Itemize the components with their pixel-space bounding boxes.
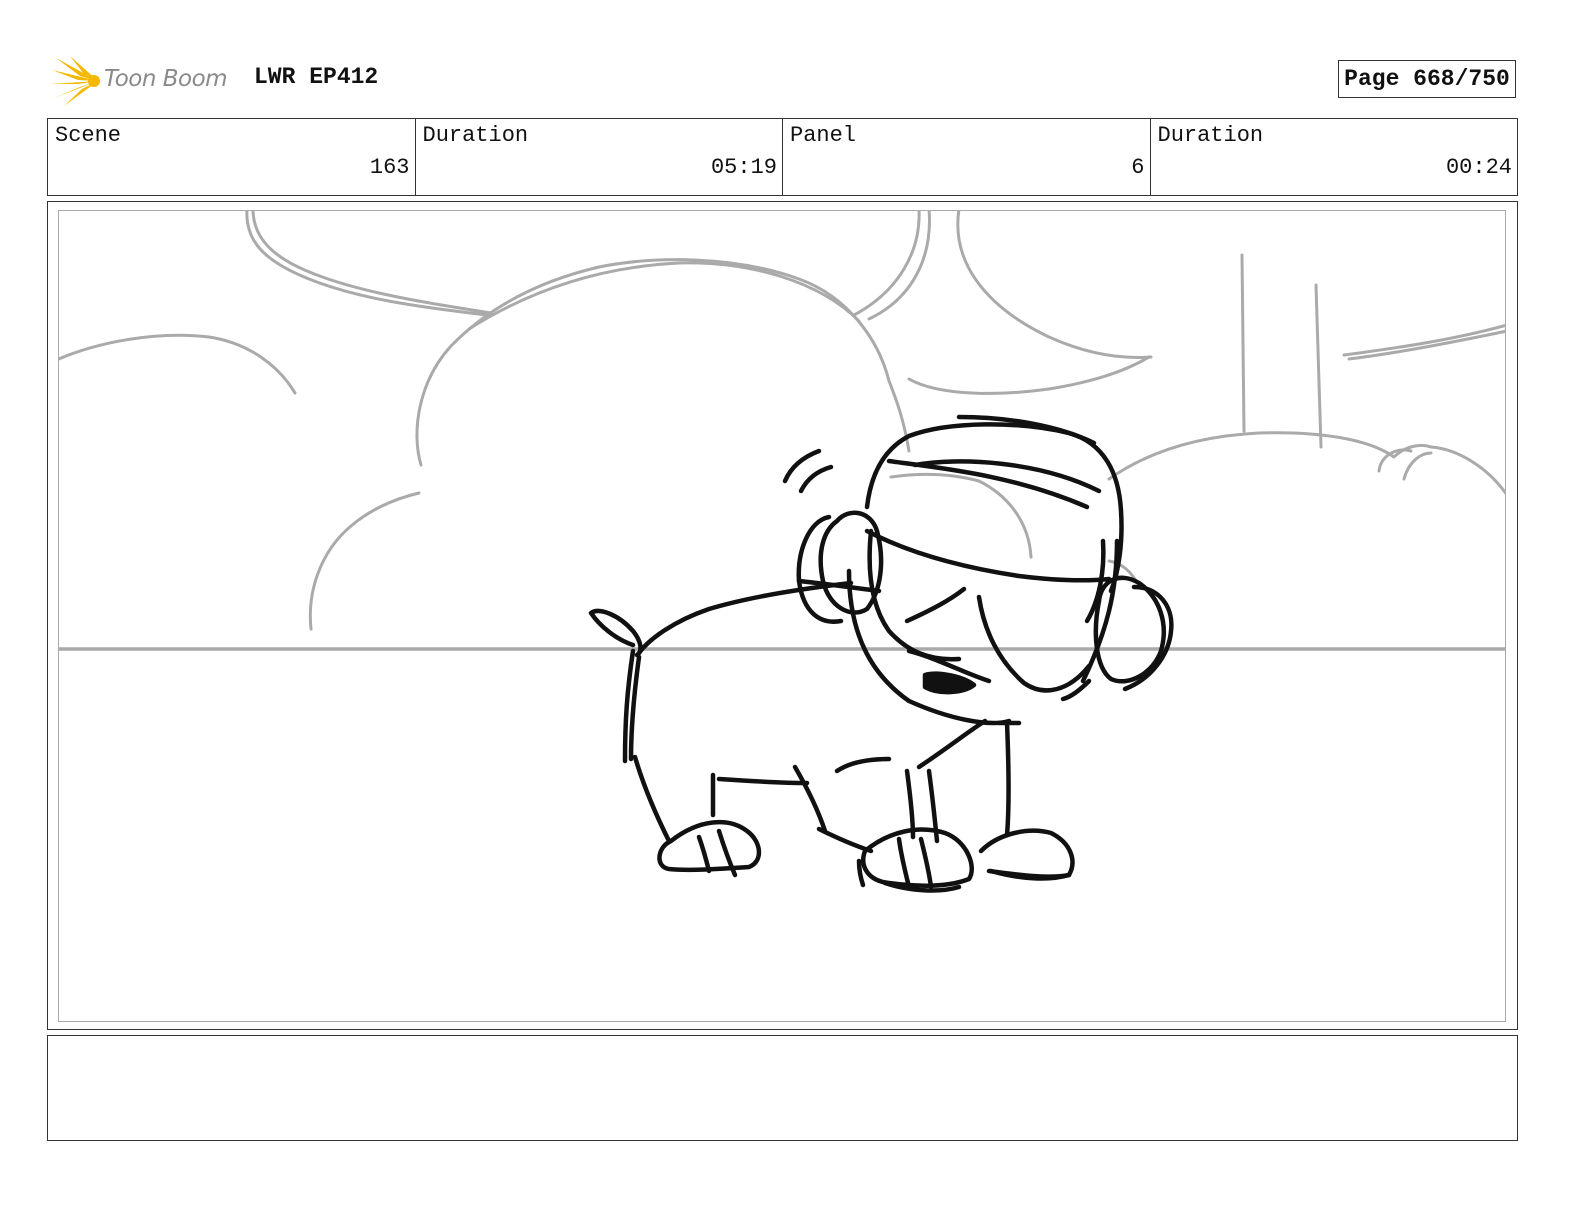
panel-duration-label: Duration xyxy=(1157,123,1264,148)
logo-text: Toon Boom xyxy=(104,66,228,92)
panel-duration-value: 00:24 xyxy=(1445,155,1512,180)
starburst-icon xyxy=(50,56,100,106)
panel-cell: Panel 6 xyxy=(783,119,1151,195)
scene-cell: Scene 163 xyxy=(48,119,416,195)
background-sketch xyxy=(59,211,1505,651)
scene-value: 163 xyxy=(369,155,410,180)
scene-duration-value: 05:19 xyxy=(710,155,777,180)
panel-info-row: Scene 163 Duration 05:19 Panel 6 Duratio… xyxy=(47,118,1518,196)
panel-value: 6 xyxy=(1131,155,1145,180)
panel-label: Panel xyxy=(790,123,857,148)
toon-boom-logo: Toon Boom xyxy=(50,54,240,108)
page-number: Page 668/750 xyxy=(1338,60,1516,98)
scene-duration-cell: Duration 05:19 xyxy=(416,119,783,195)
storyboard-panel xyxy=(47,201,1518,1030)
scene-duration-label: Duration xyxy=(422,123,529,148)
panel-image-area xyxy=(58,210,1506,1022)
project-title: LWR EP412 xyxy=(254,64,379,90)
scene-label: Scene xyxy=(55,123,122,148)
notes-box xyxy=(47,1035,1518,1141)
panel-duration-cell: Duration 00:24 xyxy=(1151,119,1518,195)
sketch-drawing xyxy=(59,211,1505,893)
character-sketch xyxy=(588,414,1174,893)
